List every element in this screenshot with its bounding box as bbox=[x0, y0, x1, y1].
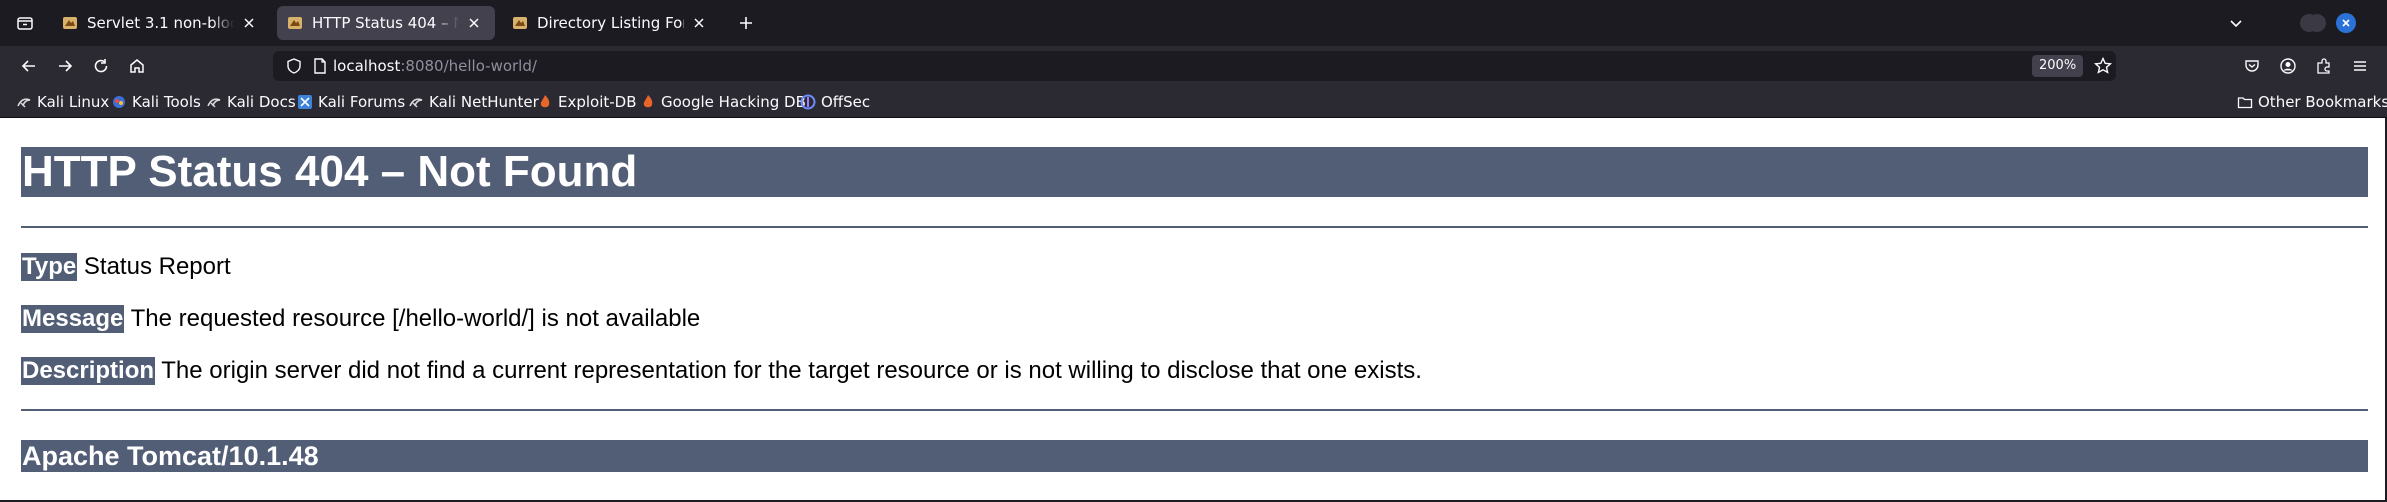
window-close-button[interactable] bbox=[2336, 13, 2356, 33]
description-row: Description The origin server did not fi… bbox=[21, 357, 1422, 385]
kali-tools-icon bbox=[111, 94, 127, 110]
account-icon[interactable] bbox=[2275, 54, 2301, 78]
divider bbox=[21, 226, 2368, 228]
forward-arrow-icon[interactable] bbox=[52, 54, 78, 78]
maximize-button[interactable] bbox=[2308, 14, 2326, 32]
page-info-icon[interactable] bbox=[311, 57, 329, 75]
bookmark-offsec[interactable]: OffSec bbox=[800, 92, 870, 112]
server-footer: Apache Tomcat/10.1.48 bbox=[21, 440, 2368, 472]
bookmark-label: Kali NetHunter bbox=[429, 93, 539, 111]
bookmark-kali-docs[interactable]: Kali Docs bbox=[206, 92, 296, 112]
kali-dragon-icon bbox=[408, 94, 424, 110]
description-value: The origin server did not find a current… bbox=[161, 357, 1422, 384]
tomcat-favicon-icon bbox=[512, 15, 528, 31]
bookmark-label: Kali Forums bbox=[318, 93, 406, 111]
bookmark-label: OffSec bbox=[821, 93, 871, 111]
back-arrow-icon[interactable] bbox=[16, 54, 42, 78]
folder-icon bbox=[2237, 94, 2253, 110]
tomcat-favicon-icon bbox=[287, 15, 303, 31]
type-row: Type Status Report bbox=[21, 253, 231, 281]
navigation-toolbar: localhost:8080/hello-world/ 200% bbox=[0, 46, 2387, 86]
url-host: localhost bbox=[333, 57, 401, 75]
close-icon[interactable] bbox=[463, 12, 485, 34]
description-label: Description bbox=[21, 357, 156, 385]
kali-forums-icon bbox=[297, 94, 313, 110]
other-bookmarks-label: Other Bookmarks bbox=[2258, 93, 2387, 111]
kali-dragon-icon bbox=[16, 94, 32, 110]
url-text[interactable]: localhost:8080/hello-world/ bbox=[333, 57, 537, 75]
type-value: Status Report bbox=[83, 253, 231, 280]
url-bar[interactable]: localhost:8080/hello-world/ 200% bbox=[273, 51, 2116, 81]
shield-icon[interactable] bbox=[285, 57, 303, 75]
tab-servlet[interactable]: Servlet 3.1 non-blocking IO bbox=[52, 6, 270, 40]
bookmark-label: Kali Docs bbox=[227, 93, 296, 111]
ghdb-icon bbox=[640, 94, 656, 110]
tomcat-favicon-icon bbox=[62, 15, 78, 31]
tab-list-icon[interactable] bbox=[12, 11, 38, 35]
bookmark-star-icon[interactable] bbox=[2093, 56, 2113, 76]
bookmarks-toolbar: Kali Linux Kali Tools Kali Docs Kali For… bbox=[0, 86, 2387, 118]
divider bbox=[21, 409, 2368, 411]
tab-title: Servlet 3.1 non-blocking IO bbox=[87, 14, 234, 32]
bookmark-label: Exploit-DB bbox=[558, 93, 637, 111]
bookmark-label: Google Hacking DB bbox=[661, 93, 806, 111]
close-icon bbox=[2342, 19, 2350, 27]
url-path: :8080/hello-world/ bbox=[400, 57, 537, 75]
home-icon[interactable] bbox=[124, 54, 150, 78]
pocket-icon[interactable] bbox=[2239, 54, 2265, 78]
extensions-icon[interactable] bbox=[2311, 54, 2337, 78]
bookmark-kali-forums[interactable]: Kali Forums bbox=[297, 92, 405, 112]
offsec-icon bbox=[800, 94, 816, 110]
message-value: The requested resource [/hello-world/] i… bbox=[130, 305, 701, 332]
tab-title: Directory Listing For [/] bbox=[537, 14, 684, 32]
tab-strip: Servlet 3.1 non-blocking IO HTTP Status … bbox=[0, 0, 2387, 46]
bookmark-kali-nethunter[interactable]: Kali NetHunter bbox=[408, 92, 539, 112]
bookmark-google-hacking-db[interactable]: Google Hacking DB bbox=[640, 92, 806, 112]
bookmark-label: Kali Linux bbox=[37, 93, 110, 111]
new-tab-plus-icon[interactable] bbox=[733, 11, 759, 35]
tab-directory-listing[interactable]: Directory Listing For [/] bbox=[502, 6, 720, 40]
type-label: Type bbox=[21, 253, 78, 281]
hamburger-menu-icon[interactable] bbox=[2347, 54, 2373, 78]
reload-icon[interactable] bbox=[88, 54, 114, 78]
bookmark-kali-linux[interactable]: Kali Linux bbox=[16, 92, 109, 112]
page-title: HTTP Status 404 – Not Found bbox=[21, 147, 2368, 197]
message-label: Message bbox=[21, 305, 125, 333]
zoom-level-badge[interactable]: 200% bbox=[2032, 55, 2084, 77]
page-content: HTTP Status 404 – Not Found Type Status … bbox=[0, 118, 2387, 502]
bookmark-label: Kali Tools bbox=[132, 93, 201, 111]
other-bookmarks[interactable]: Other Bookmarks bbox=[2237, 92, 2387, 112]
bookmark-exploit-db[interactable]: Exploit-DB bbox=[537, 92, 637, 112]
message-row: Message The requested resource [/hello-w… bbox=[21, 305, 700, 333]
tab-http-404[interactable]: HTTP Status 404 – Not Found bbox=[277, 6, 495, 40]
close-icon[interactable] bbox=[238, 12, 260, 34]
exploit-db-icon bbox=[537, 94, 553, 110]
bookmark-kali-tools[interactable]: Kali Tools bbox=[111, 92, 201, 112]
kali-dragon-icon bbox=[206, 94, 222, 110]
close-icon[interactable] bbox=[688, 12, 710, 34]
browser-chrome: Servlet 3.1 non-blocking IO HTTP Status … bbox=[0, 0, 2387, 118]
tab-title: HTTP Status 404 – Not Found bbox=[312, 14, 459, 32]
chevron-down-icon[interactable] bbox=[2224, 12, 2248, 34]
